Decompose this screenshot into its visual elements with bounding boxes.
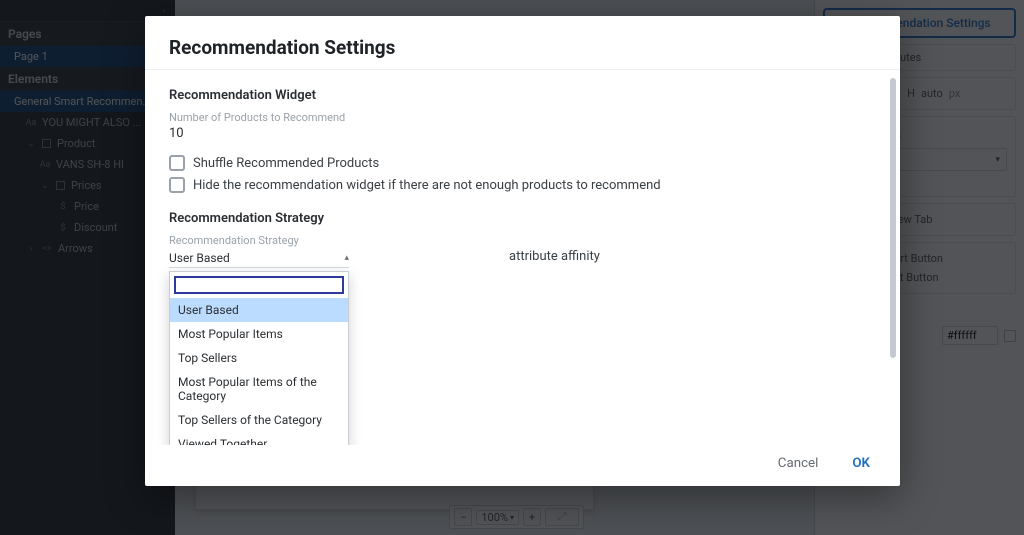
hide-widget-row[interactable]: Hide the recommendation widget if there … (169, 177, 876, 193)
strategy-dropdown: User BasedMost Popular ItemsTop SellersM… (169, 271, 349, 445)
modal-title: Recommendation Settings (169, 36, 876, 59)
strategy-option[interactable]: Top Sellers (170, 346, 348, 370)
shuffle-checkbox[interactable] (169, 155, 185, 171)
ok-button[interactable]: OK (846, 455, 876, 472)
widget-section-title: Recommendation Widget (169, 88, 876, 103)
strategy-option[interactable]: User Based (170, 298, 348, 322)
modal-footer: Cancel OK (145, 445, 900, 486)
hide-widget-label: Hide the recommendation widget if there … (193, 178, 661, 193)
strategy-section-title: Recommendation Strategy (169, 211, 876, 226)
scrollbar-thumb[interactable] (890, 78, 896, 358)
num-products-label: Number of Products to Recommend (169, 111, 876, 124)
strategy-select[interactable]: User Based ▴ User BasedMost Popular Item… (169, 249, 349, 268)
ok-label: OK (852, 456, 870, 471)
shuffle-row[interactable]: Shuffle Recommended Products (169, 155, 876, 171)
strategy-selected-value: User Based (169, 251, 230, 265)
cancel-button[interactable]: Cancel (772, 455, 825, 472)
strategy-option[interactable]: Viewed Together (170, 432, 348, 445)
recommendation-settings-modal: Recommendation Settings Recommendation W… (145, 16, 900, 486)
strategy-option[interactable]: Most Popular Items of the Category (170, 370, 348, 408)
strategy-option[interactable]: Top Sellers of the Category (170, 408, 348, 432)
strategy-field-label: Recommendation Strategy (169, 234, 876, 247)
scrollbar-track[interactable] (890, 78, 896, 437)
modal-header: Recommendation Settings (145, 16, 900, 69)
num-products-value[interactable]: 10 (169, 126, 876, 141)
shuffle-label: Shuffle Recommended Products (193, 156, 379, 171)
cancel-label: Cancel (778, 456, 819, 471)
hide-widget-checkbox[interactable] (169, 177, 185, 193)
modal-body: Recommendation Widget Number of Products… (145, 69, 900, 445)
chevron-up-icon: ▴ (344, 253, 349, 263)
strategy-search-input[interactable] (174, 276, 344, 294)
strategy-option[interactable]: Most Popular Items (170, 322, 348, 346)
attribute-affinity-text: attribute affinity (509, 249, 600, 264)
